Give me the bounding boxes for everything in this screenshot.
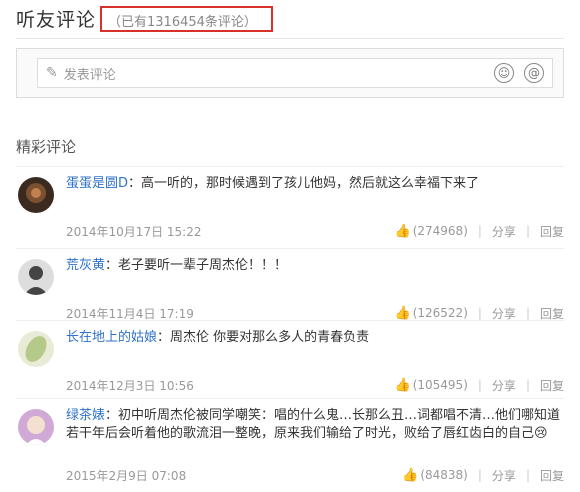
comment-composer: ✎ 发表评论 ☺ @	[16, 48, 564, 98]
like-count: (274968)	[412, 224, 468, 238]
user-name[interactable]: 荒灰黄	[66, 258, 105, 273]
comment-item: 绿茶婊：初中听周杰伦被同学嘲笑：唱的什么鬼…长那么丑…词都唱不清…他们哪知道若干…	[16, 398, 564, 492]
comment-text: ：周杰伦 你要对那么多人的青春负责	[157, 330, 370, 345]
comment-date: 2014年12月3日 10:56	[66, 378, 194, 393]
divider	[16, 38, 564, 39]
reply-button[interactable]: 回复	[540, 467, 564, 484]
comment-input[interactable]: ✎ 发表评论 ☺ @	[37, 58, 553, 88]
share-button[interactable]: 分享	[492, 467, 516, 484]
divider: |	[525, 378, 530, 392]
header: 听友评论 （已有1316454条评论）	[16, 4, 273, 32]
comment-meta: 2014年10月17日 15:22 👍 (274968) | 分享 | 回复	[66, 222, 564, 240]
user-name[interactable]: 长在地上的姑娘	[66, 330, 157, 345]
comment-text: ：老子要听一辈子周杰伦！！！	[105, 258, 288, 273]
comment-meta: 2015年2月9日 07:08 👍 (84838) | 分享 | 回复	[66, 466, 564, 484]
avatar-cartoon-icon[interactable]	[18, 409, 54, 445]
emoji-icon[interactable]: ☺	[494, 63, 514, 83]
thumbs-up-icon: 👍	[394, 305, 411, 321]
reply-button[interactable]: 回复	[540, 223, 564, 240]
divider: |	[525, 468, 530, 482]
user-name[interactable]: 绿茶婊	[66, 408, 105, 423]
thumbs-up-icon: 👍	[394, 377, 411, 393]
comment-date: 2014年11月4日 17:19	[66, 306, 194, 321]
comment-date: 2014年10月17日 15:22	[66, 224, 202, 239]
divider: |	[477, 468, 482, 482]
divider: |	[525, 306, 530, 320]
like-button[interactable]: 👍 (274968)	[395, 224, 468, 239]
page-title: 听友评论	[16, 9, 97, 31]
divider: |	[477, 306, 482, 320]
like-button[interactable]: 👍 (84838)	[402, 468, 468, 483]
pencil-icon: ✎	[46, 65, 58, 81]
user-name[interactable]: 蛋蛋是圆D	[66, 176, 128, 191]
comment-item: 荒灰黄：老子要听一辈子周杰伦！！！ 2014年11月4日 17:19 👍 (126…	[16, 248, 564, 330]
comment-meta: 2014年12月3日 10:56 👍 (105495) | 分享 | 回复	[66, 376, 564, 394]
share-button[interactable]: 分享	[492, 377, 516, 394]
like-count: (126522)	[412, 306, 468, 320]
comment-placeholder: 发表评论	[63, 67, 116, 83]
comment-item: 蛋蛋是圆D：高一听的，那时候遇到了孩儿他妈，然后就这么幸福下来了 2014年10…	[16, 166, 564, 248]
thumbs-up-icon: 👍	[394, 223, 411, 239]
comment-date: 2015年2月9日 07:08	[66, 468, 187, 483]
divider: |	[525, 224, 530, 238]
avatar-photo-icon[interactable]	[18, 177, 54, 213]
like-count: (84838)	[420, 468, 468, 482]
divider: |	[477, 378, 482, 392]
thumbs-up-icon: 👍	[402, 467, 419, 483]
avatar-leaf-icon[interactable]	[18, 331, 54, 367]
reply-button[interactable]: 回复	[540, 305, 564, 322]
at-icon[interactable]: @	[524, 63, 544, 83]
comment-count: （已有1316454条评论）	[100, 6, 273, 32]
like-count: (105495)	[412, 378, 468, 392]
comment-item: 长在地上的姑娘：周杰伦 你要对那么多人的青春负责 2014年12月3日 10:5…	[16, 320, 564, 402]
reply-button[interactable]: 回复	[540, 377, 564, 394]
comment-text: ：高一听的，那时候遇到了孩儿他妈，然后就这么幸福下来了	[128, 176, 480, 191]
avatar-portrait-icon[interactable]	[18, 259, 54, 295]
like-button[interactable]: 👍 (105495)	[395, 378, 468, 393]
share-button[interactable]: 分享	[492, 305, 516, 322]
like-button[interactable]: 👍 (126522)	[395, 306, 468, 321]
comment-text: ：初中听周杰伦被同学嘲笑：唱的什么鬼…长那么丑…词都唱不清…他们哪知道若干年后会…	[66, 408, 561, 441]
divider: |	[477, 224, 482, 238]
share-button[interactable]: 分享	[492, 223, 516, 240]
section-title: 精彩评论	[16, 138, 77, 156]
